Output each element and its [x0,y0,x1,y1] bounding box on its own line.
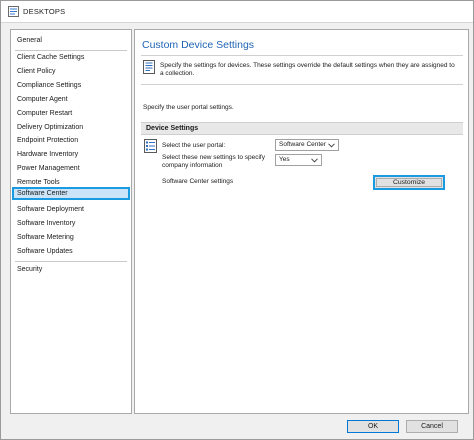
sidebar-item-client-cache-settings[interactable]: Client Cache Settings [12,51,130,64]
sidebar-item-hardware-inventory[interactable]: Hardware Inventory [12,148,130,161]
document-settings-icon [143,60,155,74]
sidebar-item-software-inventory[interactable]: Software Inventory [12,217,130,230]
sidebar-item-software-center[interactable]: Software Center [12,187,130,200]
portal-label: Select the user portal: [162,142,226,149]
sidebar-item-endpoint-protection[interactable]: Endpoint Protection [12,134,130,147]
chevron-down-icon [328,143,335,148]
title-bar: DESKTOPS [1,1,473,23]
customize-button-label: Customize [392,179,426,186]
sidebar-item-software-deployment[interactable]: Software Deployment [12,203,130,216]
settings-icon [8,6,19,17]
sidebar-item-compliance-settings[interactable]: Compliance Settings [12,79,130,92]
company-info-value: Yes [279,156,290,163]
settings-dialog: DESKTOPS General Client Cache Settings C… [0,0,474,440]
sidebar-item-client-policy[interactable]: Client Policy [12,65,130,78]
company-info-select[interactable]: Yes [275,154,322,166]
chevron-down-icon [311,158,318,163]
sidebar-item-general[interactable]: General [12,34,130,47]
cancel-button[interactable]: Cancel [406,420,458,433]
sidebar-item-power-management[interactable]: Power Management [12,162,130,175]
window-title: DESKTOPS [23,7,66,16]
sidebar-item-software-metering[interactable]: Software Metering [12,231,130,244]
sidebar-item-security[interactable]: Security [12,263,130,276]
setting-list-icon [144,139,157,153]
sidebar-item-computer-agent[interactable]: Computer Agent [12,93,130,106]
page-title: Custom Device Settings [142,39,255,51]
customize-button[interactable]: Customize [373,175,445,190]
sidebar-item-computer-restart[interactable]: Computer Restart [12,107,130,120]
title-divider [141,55,463,56]
user-portal-select[interactable]: Software Center [275,139,339,151]
user-portal-value: Software Center [279,141,326,148]
sidebar-item-software-updates[interactable]: Software Updates [12,245,130,258]
sidebar-divider [15,261,127,262]
page-description: Specify the settings for devices. These … [160,62,455,77]
device-settings-group-header: Device Settings [141,122,463,135]
software-center-settings-label: Software Center settings [162,178,234,185]
group-title: Device Settings [146,125,199,132]
company-info-label: Select these new settings to specify com… [162,154,265,169]
ok-button[interactable]: OK [347,420,399,433]
settings-sidebar: General Client Cache Settings Client Pol… [10,29,132,414]
settings-content: Custom Device Settings Specify the setti… [134,29,469,414]
portal-note: Specify the user portal settings. [143,104,234,111]
sidebar-item-delivery-optimization[interactable]: Delivery Optimization [12,121,130,134]
description-divider [141,84,463,85]
